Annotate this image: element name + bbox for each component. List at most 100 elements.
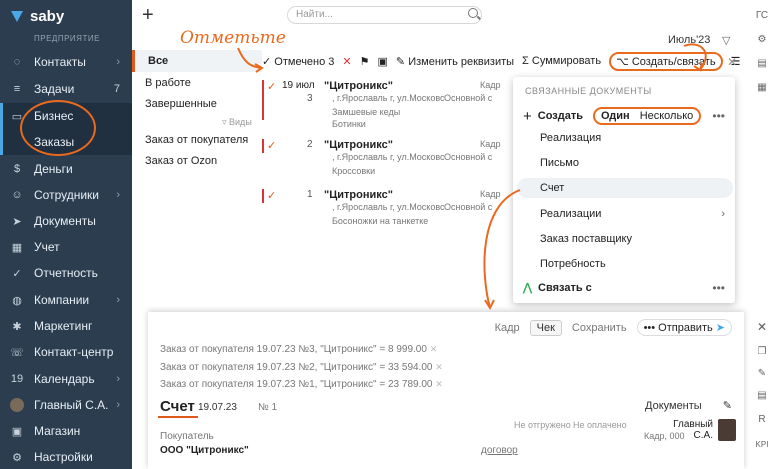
chevron-right-icon: ›	[116, 294, 120, 306]
filter-all[interactable]: Все	[132, 50, 262, 72]
contract-link[interactable]: договор	[481, 445, 518, 456]
filter-done[interactable]: Завершенные	[145, 98, 217, 110]
menu-item-invoice[interactable]: Счет	[517, 178, 733, 198]
doc-date[interactable]: 19.07.23	[198, 402, 237, 413]
more-icon[interactable]: •••	[712, 109, 725, 123]
invoice-panel: Кадр Чек Сохранить ••• Отправить ➤ Заказ…	[148, 312, 744, 469]
sidebar-item[interactable]: ✱ Маркетинг	[0, 313, 132, 339]
gear-icon[interactable]: ⚙	[754, 34, 770, 50]
close-panel-icon[interactable]: ✕	[757, 320, 767, 334]
save-icon[interactable]: ▣	[378, 55, 388, 68]
order-goods: Кроссовки	[332, 166, 376, 176]
money-icon: $	[13, 163, 21, 175]
filter-icon[interactable]: ▽	[722, 34, 730, 47]
close-icon[interactable]: ✕	[727, 55, 737, 69]
menu-item-realizations[interactable]: Реализации	[540, 208, 601, 220]
sidebar-item[interactable]: ◍ Компании ›	[0, 287, 132, 313]
sidebar-item[interactable]: ➤ Документы	[0, 208, 132, 234]
sidebar-item[interactable]: $ Деньги	[0, 156, 132, 182]
chevron-right-icon: ›	[721, 208, 725, 220]
documents-link[interactable]: Документы ✎	[645, 399, 732, 412]
flag-icon[interactable]: ⚑	[360, 55, 370, 68]
mode-many[interactable]: Несколько	[640, 110, 694, 122]
tasks-icon: ≡	[13, 83, 21, 95]
sidebar-item[interactable]: Главный С.А. ›	[0, 392, 132, 418]
linked-order-2[interactable]: Заказ от покупателя 19.07.23 №2, "Цитрон…	[160, 362, 443, 373]
search-icon[interactable]	[468, 8, 478, 18]
chat-icon: ◌	[13, 56, 21, 68]
avatar	[10, 398, 24, 412]
marketing-icon: ✱	[12, 320, 22, 333]
menu-item-realization[interactable]: Реализация	[540, 132, 601, 144]
customer-address: , г.Ярославль г, ул.Московс	[332, 152, 445, 162]
create-row: + Создать Один Несколько	[523, 107, 702, 125]
calendar-icon: 19	[10, 373, 24, 385]
plus-icon: +	[523, 107, 532, 125]
marked-count[interactable]: ✓ Отмечено 3	[262, 55, 334, 68]
sidebar-item[interactable]: ≡ Задачи 7	[0, 76, 132, 102]
kadr-button[interactable]: Кадр	[495, 322, 520, 334]
row-checkbox[interactable]: ✓	[267, 80, 276, 93]
row-checkbox[interactable]: ✓	[267, 139, 276, 152]
link-with-button[interactable]: ⋀ Связать с	[523, 281, 592, 295]
filter-customer-order[interactable]: Заказ от покупателя	[145, 134, 248, 146]
manager-sub: Кадр, 000	[644, 431, 685, 441]
linked-order-3[interactable]: Заказ от покупателя 19.07.23 №3, "Цитрон…	[160, 344, 437, 355]
row-checkbox[interactable]: ✓	[267, 189, 276, 202]
search-input[interactable]: Найти...	[287, 6, 482, 24]
sidebar-item[interactable]: ☏ Контакт-центр	[0, 339, 132, 365]
sidebar-item-label: Маркетинг	[34, 319, 93, 333]
grid-icon[interactable]: ▦	[754, 82, 770, 98]
menu-item-letter[interactable]: Письмо	[540, 157, 579, 169]
more-icon[interactable]: •••	[712, 281, 725, 295]
logo[interactable]: saby	[10, 8, 64, 25]
menu-item-supplier-order[interactable]: Заказ поставщику	[540, 233, 632, 245]
types-label: Виды	[229, 117, 252, 127]
customer-name: "Цитроникс"	[324, 139, 393, 151]
sidebar-item[interactable]: 19 Календарь ›	[0, 366, 132, 392]
order-goods: Замшевые кеды	[332, 107, 401, 117]
table-row[interactable]: ✓ 19 июл 3 "Цитроникс", г.Ярославль г, ул.М…	[262, 80, 522, 130]
sum-button[interactable]: Σ Суммировать	[522, 55, 601, 67]
table-row[interactable]: ✓ 1 "Цитроникс", г.Ярославль г, ул.Московс…	[262, 189, 522, 239]
period-selector[interactable]: Июль'23	[668, 34, 710, 46]
filter-in-work[interactable]: В работе	[145, 77, 191, 89]
sidebar-item[interactable]: ☺ Сотрудники ›	[0, 182, 132, 208]
customer-name: "Цитроникс"	[324, 80, 393, 92]
sidebar-item[interactable]: ◌ Контакты ›	[0, 49, 132, 75]
sidebar-item[interactable]: ▣ Магазин	[0, 418, 132, 444]
delete-icon[interactable]: ✕	[342, 55, 351, 68]
order-status: Основной с	[444, 152, 493, 162]
r-button[interactable]: R	[754, 414, 770, 430]
menu-header: СВЯЗАННЫЕ ДОКУМЕНТЫ	[525, 86, 652, 96]
send-label: Отправить	[658, 322, 713, 334]
table-row[interactable]: ✓ 2 "Цитроникс", г.Ярославль г, ул.Московс…	[262, 139, 522, 189]
filter-ozon-order[interactable]: Заказ от Ozon	[145, 155, 217, 167]
check-button[interactable]: Чек	[529, 319, 562, 336]
user-initials[interactable]: ГС	[754, 10, 770, 26]
buyer-name[interactable]: ООО "Цитроникс"	[160, 445, 249, 456]
save-button[interactable]: Сохранить	[572, 322, 627, 334]
sidebar-item[interactable]: ✓ Отчетность	[0, 260, 132, 286]
print-icon[interactable]: ▤	[754, 58, 770, 74]
customer-address: , г.Ярославль г, ул.Московс	[332, 202, 445, 212]
linked-order-3-text: Заказ от покупателя 19.07.23 №3, "Цитрон…	[160, 344, 427, 355]
edit-doc-icon[interactable]: ✎	[723, 400, 732, 412]
sidebar-item-label: Главный С.А.	[34, 398, 109, 412]
sidebar-item[interactable]: ⚙ Настройки	[0, 444, 132, 469]
copy-icon[interactable]: ❐	[754, 346, 770, 362]
top-bar: + Найти...	[132, 0, 740, 30]
create-link-button[interactable]: ⌥ Создать/связать	[609, 51, 723, 71]
doc-number[interactable]: № 1	[258, 402, 277, 413]
change-requisites-button[interactable]: ✎ Изменить реквизиты	[396, 55, 514, 68]
menu-item-need[interactable]: Потребность	[540, 258, 606, 270]
mode-one[interactable]: Один	[601, 110, 630, 122]
count-badge: 7	[113, 83, 120, 95]
sidebar-item[interactable]: ▦ Учет	[0, 234, 132, 260]
edit-icon[interactable]: ✎	[754, 368, 770, 384]
kpi-button[interactable]: KPI	[754, 440, 770, 456]
print-doc-icon[interactable]: ▤	[754, 390, 770, 406]
linked-order-1[interactable]: Заказ от покупателя 19.07.23 №1, "Цитрон…	[160, 379, 443, 390]
send-button[interactable]: ••• Отправить ➤	[636, 319, 732, 336]
add-button[interactable]: +	[142, 4, 154, 27]
